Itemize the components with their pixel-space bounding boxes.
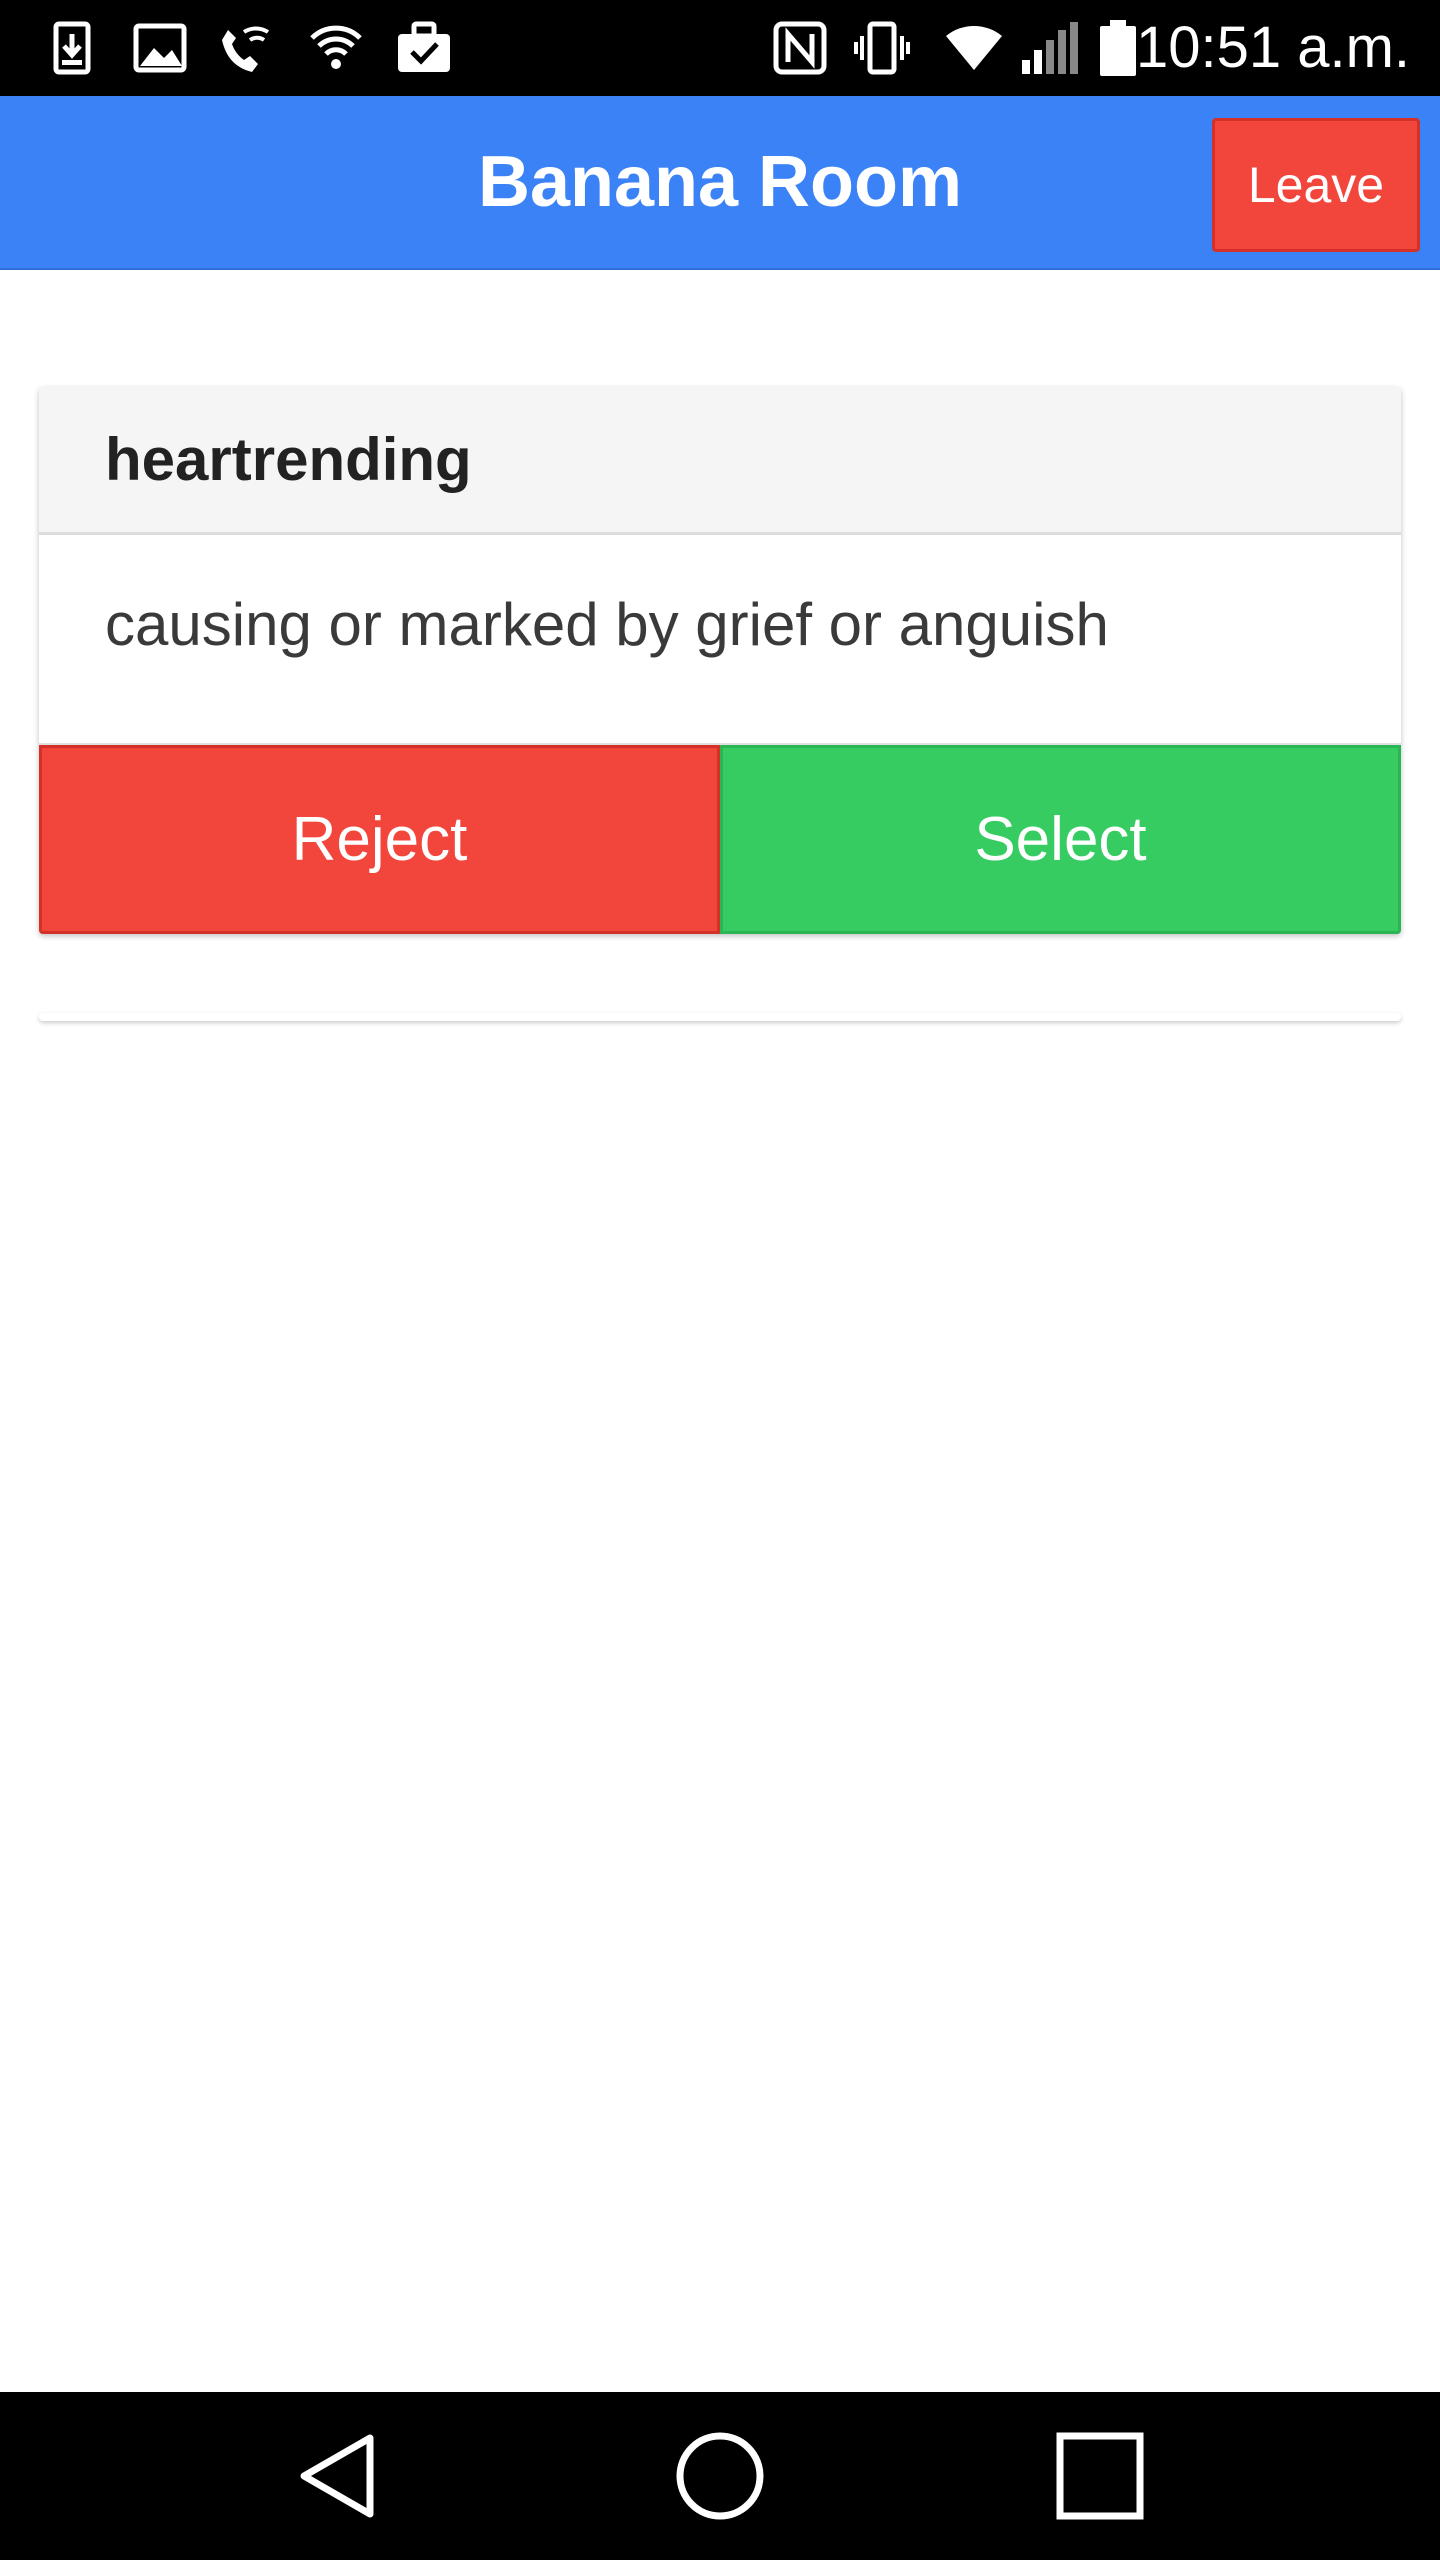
select-button[interactable]: Select bbox=[720, 745, 1401, 934]
wifi-security-icon bbox=[310, 25, 362, 69]
app-bar: Banana Room Leave bbox=[0, 96, 1440, 270]
vibrate-icon bbox=[854, 21, 910, 75]
leave-button[interactable]: Leave bbox=[1212, 118, 1420, 252]
home-icon[interactable] bbox=[670, 2426, 770, 2526]
word-definition: causing or marked by grief or anguish bbox=[105, 591, 1109, 658]
wifi-call-icon bbox=[222, 26, 270, 72]
download-icon bbox=[53, 21, 91, 75]
battery-icon bbox=[1100, 20, 1136, 76]
card-actions: Reject Select bbox=[39, 743, 1401, 934]
image-icon bbox=[133, 23, 187, 73]
wifi-icon bbox=[946, 25, 1002, 70]
system-nav-bar bbox=[0, 2392, 1440, 2560]
clock: 10:51 a.m. bbox=[1135, 15, 1410, 80]
empty-card bbox=[39, 1013, 1401, 1021]
signal-icon bbox=[1022, 22, 1078, 74]
word-title: heartrending bbox=[39, 387, 1401, 535]
status-bar: 10:51 a.m. bbox=[0, 0, 1440, 96]
briefcase-check-icon bbox=[398, 21, 450, 72]
recents-icon[interactable] bbox=[1050, 2426, 1150, 2526]
nfc-icon bbox=[773, 21, 827, 75]
reject-button[interactable]: Reject bbox=[39, 745, 720, 934]
back-icon[interactable] bbox=[290, 2426, 390, 2526]
word-card: heartrending causing or marked by grief … bbox=[39, 387, 1401, 934]
